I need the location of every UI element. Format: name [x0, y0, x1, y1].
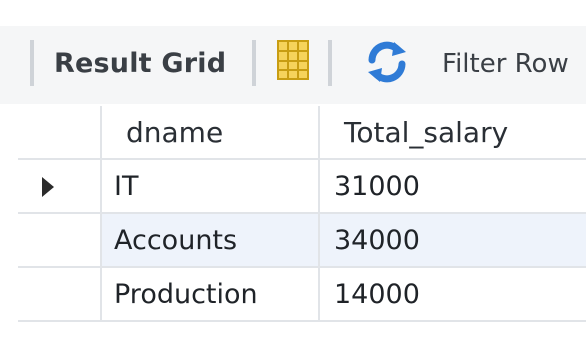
row-header[interactable] — [18, 214, 102, 268]
cell-total-salary[interactable]: 34000 — [320, 214, 586, 268]
row-header[interactable] — [18, 268, 102, 322]
result-grid-tab[interactable]: Result Grid — [54, 42, 226, 86]
table-row[interactable]: IT 31000 — [18, 160, 586, 214]
row-header[interactable] — [18, 160, 102, 214]
result-grid: dname Total_salary IT 31000 Accounts 340… — [18, 106, 586, 332]
toolbar-separator — [30, 40, 34, 86]
grid-layout-icon[interactable] — [276, 37, 310, 83]
cell-total-salary[interactable]: 14000 — [320, 268, 586, 322]
cell-dname[interactable]: Accounts — [102, 214, 320, 268]
column-header-total-salary[interactable]: Total_salary — [320, 106, 586, 160]
row-header-corner — [18, 106, 102, 160]
row-pointer-icon — [42, 177, 54, 197]
table-header-row: dname Total_salary — [18, 106, 586, 160]
result-panel: Result Grid Filter Row dname Total_salar… — [0, 0, 586, 337]
refresh-icon[interactable] — [364, 40, 410, 84]
toolbar-separator — [252, 40, 256, 86]
toolbar-separator — [328, 40, 332, 86]
cell-dname[interactable]: IT — [102, 160, 320, 214]
column-header-dname[interactable]: dname — [102, 106, 320, 160]
cell-dname[interactable]: Production — [102, 268, 320, 322]
filter-rows-label[interactable]: Filter Row — [442, 42, 569, 86]
table-row[interactable]: Production 14000 — [18, 268, 586, 322]
table-row[interactable]: Accounts 34000 — [18, 214, 586, 268]
cell-total-salary[interactable]: 31000 — [320, 160, 586, 214]
